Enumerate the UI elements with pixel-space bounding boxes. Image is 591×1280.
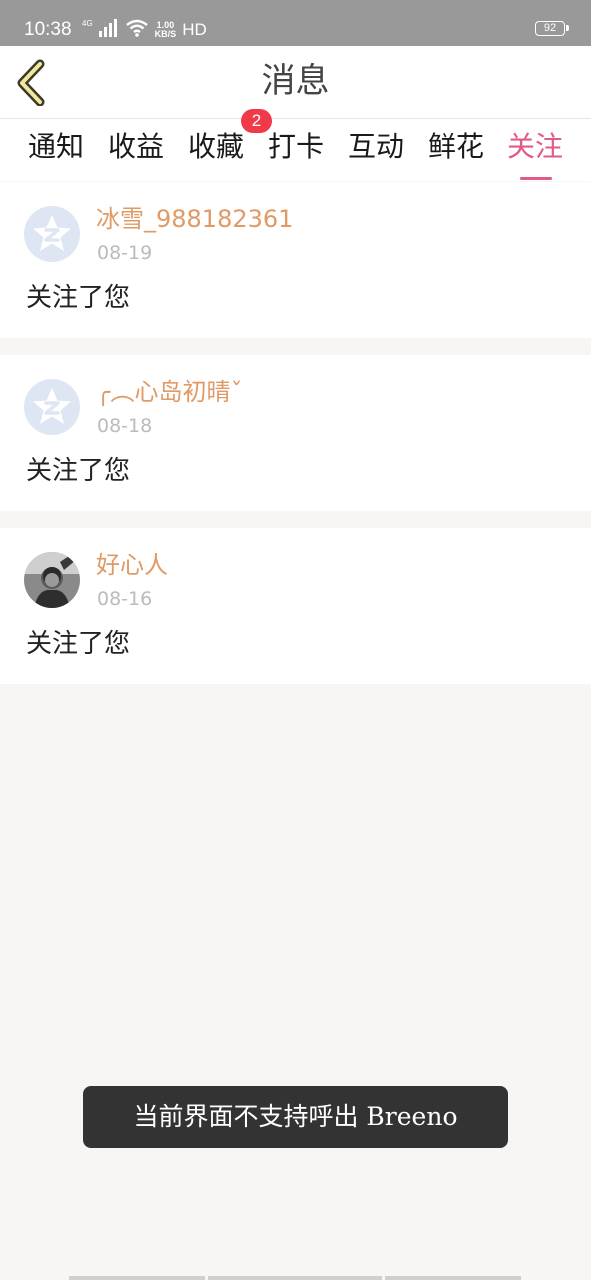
message-date: 08-16 (97, 588, 153, 610)
username-link[interactable]: ╭︵心岛初晴ˇ (96, 377, 242, 407)
user-photo-avatar[interactable] (24, 552, 80, 608)
network-type-label: 4G (82, 19, 93, 28)
tab-favorites[interactable]: 收藏 (183, 127, 249, 167)
tab-bar: 通知 收益 收藏 2 打卡 互动 鲜花 关注 (0, 109, 591, 181)
toast-message: 当前界面不支持呼出 Breeno (83, 1086, 508, 1148)
tab-follow[interactable]: 关注 (502, 127, 568, 180)
page-title: 消息 (261, 61, 330, 101)
message-text: 关注了您 (26, 456, 131, 486)
tab-check-in[interactable]: 打卡 (263, 127, 329, 167)
username-link[interactable]: 好心人 (96, 550, 168, 580)
message-date: 08-19 (97, 242, 153, 264)
active-tab-indicator (520, 177, 552, 180)
message-item[interactable]: 好心人 08-16 关注了您 (0, 528, 591, 684)
tab-flowers[interactable]: 鲜花 (423, 127, 489, 167)
status-bar: 10:38 4G 1.00 KB/S HD 92 (0, 0, 591, 46)
signal-icon (98, 19, 119, 41)
speed-unit: KB/S (154, 29, 177, 39)
tab-interaction[interactable]: 互动 (343, 127, 409, 167)
username-link[interactable]: 冰雪_988182361 (96, 204, 293, 234)
message-item[interactable]: ╭︵心岛初晴ˇ 08-18 关注了您 (0, 355, 591, 511)
default-avatar-icon[interactable] (24, 379, 80, 435)
tab-notifications[interactable]: 通知 (23, 127, 89, 167)
battery-level: 92 (543, 22, 557, 34)
tab-follow-label: 关注 (506, 130, 563, 163)
message-date: 08-18 (97, 415, 153, 437)
gesture-bar[interactable] (385, 1276, 521, 1280)
gesture-bar[interactable] (69, 1276, 205, 1280)
status-time: 10:38 (24, 19, 72, 40)
battery-icon: 92 (535, 21, 569, 36)
network-speed: 1.00 KB/S (155, 21, 177, 39)
default-avatar-icon[interactable] (24, 206, 80, 262)
header: 消息 (0, 46, 591, 119)
message-item[interactable]: 冰雪_988182361 08-19 关注了您 (0, 182, 591, 338)
status-icons: 4G 1.00 KB/S HD (82, 18, 207, 42)
wifi-icon (125, 19, 149, 41)
message-text: 关注了您 (26, 283, 131, 313)
hd-label: HD (182, 20, 207, 39)
gesture-bar[interactable] (208, 1276, 382, 1280)
message-text: 关注了您 (26, 629, 131, 659)
tab-earnings[interactable]: 收益 (103, 127, 169, 167)
